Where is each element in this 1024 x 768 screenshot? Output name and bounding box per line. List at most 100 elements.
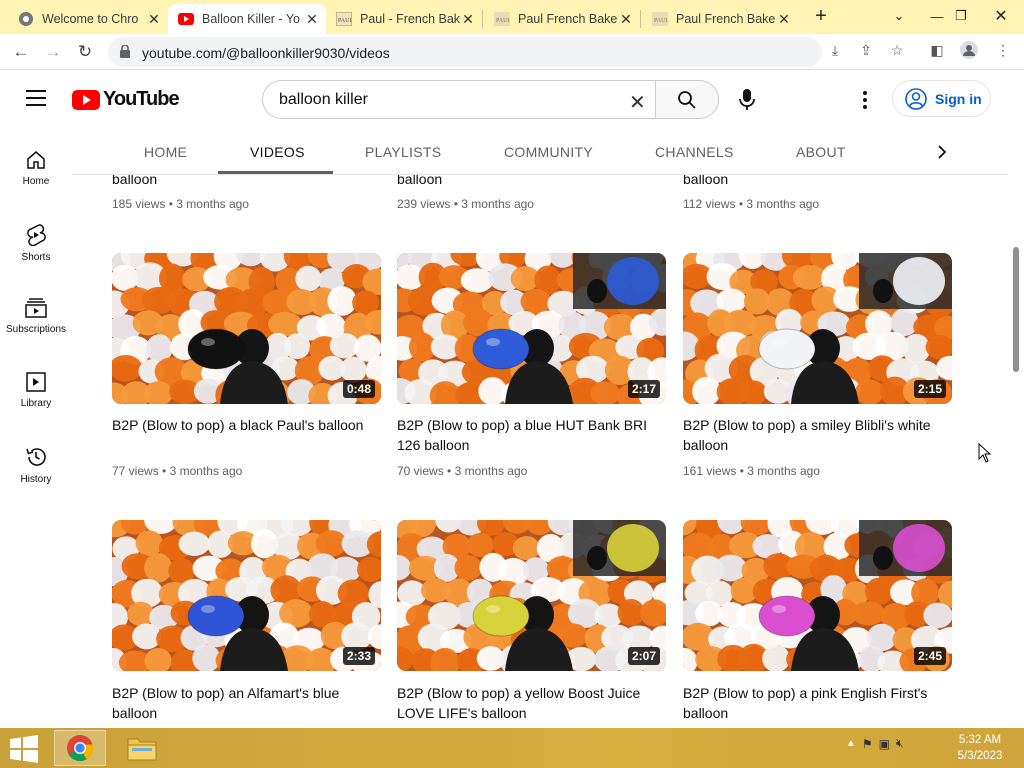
svg-text:PAUL: PAUL [654,18,668,24]
tab-videos[interactable]: VIDEOS [250,144,305,160]
page-scrollbar[interactable] [1008,175,1024,728]
reload-icon[interactable]: ↻ [74,41,96,63]
balloon-scene-image [683,253,952,404]
sidebar-item-shorts[interactable]: Shorts [0,224,72,263]
url-text: youtube.com/@balloonkiller9030/videos [142,45,390,61]
video-title[interactable]: balloon [397,175,442,189]
youtube-logo[interactable]: YouTube [72,88,180,111]
sidebar-item-home[interactable]: Home [0,150,72,187]
taskbar-chrome-button[interactable] [54,730,106,766]
sign-in-button[interactable]: Sign in [892,80,991,117]
video-title[interactable]: balloon [112,175,157,189]
video-title[interactable]: B2P (Blow to pop) a blue HUT Bank BRI 12… [397,415,657,455]
shorts-icon [27,224,46,246]
tab-channels[interactable]: CHANNELS [655,144,734,160]
chevron-up-icon[interactable]: ▲ [846,738,856,749]
meta-separator: • [453,197,458,211]
microphone-icon[interactable] [734,88,760,112]
paul-favicon: PAUL [652,11,668,27]
video-thumbnail[interactable]: 2:33 [112,520,381,671]
tab-about[interactable]: ABOUT [796,144,846,160]
video-meta: 112 views • 3 months ago [683,197,819,211]
address-bar[interactable]: youtube.com/@balloonkiller9030/videos [108,37,822,67]
browser-tab-strip: Welcome to Chro ✕ Balloon Killer - Yo ✕ … [0,0,1024,34]
taskbar-clock[interactable]: 5:32 AM 5/3/2023 [950,732,1010,764]
sidebar-item-library[interactable]: Library [0,372,72,409]
flag-icon[interactable]: ⚑ [862,737,873,751]
share-icon[interactable]: ⇪ [857,41,875,59]
sidebar-item-history[interactable]: History [0,446,72,485]
volume-muted-icon[interactable]: 🔇︎ [896,736,904,751]
profile-avatar-icon[interactable] [960,41,978,59]
browser-menu-icon[interactable]: ⋮ [994,41,1012,59]
view-count: 185 views [112,197,166,211]
video-title[interactable]: B2P (Blow to pop) a yellow Boost Juice L… [397,683,657,723]
chevron-right-icon[interactable] [930,140,954,164]
paul-favicon: PAUL [336,11,352,27]
search-input[interactable]: balloon killer ✕ [262,80,656,119]
browser-tab-title: Paul French Baker [518,12,618,26]
browser-tab-paul-2[interactable]: PAUL Paul French Baker ✕ [484,4,640,34]
tab-community[interactable]: COMMUNITY [504,144,593,160]
sidebar-item-subscriptions[interactable]: Subscriptions [0,298,72,335]
close-icon[interactable]: ✕ [618,11,634,28]
chevron-down-icon[interactable]: ⌄ [884,0,914,32]
windows-start-icon[interactable] [8,735,40,763]
tab-playlists[interactable]: PLAYLISTS [365,144,441,160]
svg-text:PAUL: PAUL [496,18,510,24]
clear-search-icon[interactable]: ✕ [629,90,646,115]
sidebar-item-label: Subscriptions [5,324,67,335]
taskbar-file-explorer-button[interactable] [116,730,168,766]
video-title[interactable]: B2P (Blow to pop) a black Paul's balloon [112,415,372,435]
folder-icon [127,738,157,761]
install-icon[interactable]: ⤓ [826,41,844,59]
video-title[interactable]: balloon [683,175,728,189]
video-title[interactable]: B2P (Blow to pop) an Alfamart's blue bal… [112,683,372,723]
browser-tab-youtube[interactable]: Balloon Killer - Yo ✕ [168,4,326,34]
browser-tab-welcome[interactable]: Welcome to Chro ✕ [8,4,168,34]
video-thumbnail[interactable]: 0:48 [112,253,381,404]
close-icon[interactable]: ✕ [304,11,320,28]
home-icon [27,151,45,169]
video-duration: 2:07 [627,647,660,665]
search-button[interactable] [655,80,719,119]
close-icon[interactable]: ✕ [776,11,792,28]
mouse-cursor-icon [978,443,992,463]
chrome-icon [18,11,34,27]
more-options-icon[interactable] [856,88,874,112]
side-panel-icon[interactable]: ◧ [928,41,946,59]
video-title[interactable]: B2P (Blow to pop) a pink English First's… [683,683,943,723]
back-arrow-icon[interactable]: ← [10,41,32,63]
video-duration: 2:15 [913,380,946,398]
video-thumbnail[interactable]: 2:17 [397,253,666,404]
library-icon [26,372,46,392]
sign-in-label: Sign in [935,90,982,107]
address-toolbar: ← → ↻ youtube.com/@balloonkiller9030/vid… [0,34,1024,70]
new-tab-button[interactable]: + [806,0,836,32]
close-icon[interactable]: ✕ [460,11,476,28]
guide-sidebar: Home Shorts Subscriptions Library Histor… [0,128,72,728]
forward-arrow-icon[interactable]: → [42,41,64,63]
scrollbar-thumb[interactable] [1013,247,1019,372]
upload-age: 3 months ago [747,464,820,478]
video-title[interactable]: B2P (Blow to pop) a smiley Blibli's whit… [683,415,943,455]
network-icon[interactable]: ▣ [879,737,890,751]
subscriptions-icon [25,298,47,318]
bookmark-star-icon[interactable]: ☆ [888,41,906,59]
browser-tab-paul-1[interactable]: PAUL Paul - French Bak ✕ [326,4,482,34]
sidebar-item-label: Home [22,176,50,187]
video-thumbnail[interactable]: 2:45 [683,520,952,671]
upload-age: 3 months ago [169,464,243,478]
close-icon[interactable]: ✕ [146,11,162,28]
view-count: 77 views [112,464,159,478]
meta-separator: • [162,464,167,478]
balloon-scene-image [397,253,666,404]
video-thumbnail[interactable]: 2:15 [683,253,952,404]
hamburger-menu-icon[interactable] [26,90,46,106]
video-meta: 239 views • 3 months ago [397,197,534,211]
tab-home[interactable]: HOME [144,144,187,160]
close-window-icon[interactable]: ✕ [986,0,1016,32]
browser-tab-paul-3[interactable]: PAUL Paul French Baker ✕ [642,4,798,34]
restore-icon[interactable]: ❐ [946,0,976,32]
video-thumbnail[interactable]: 2:07 [397,520,666,671]
